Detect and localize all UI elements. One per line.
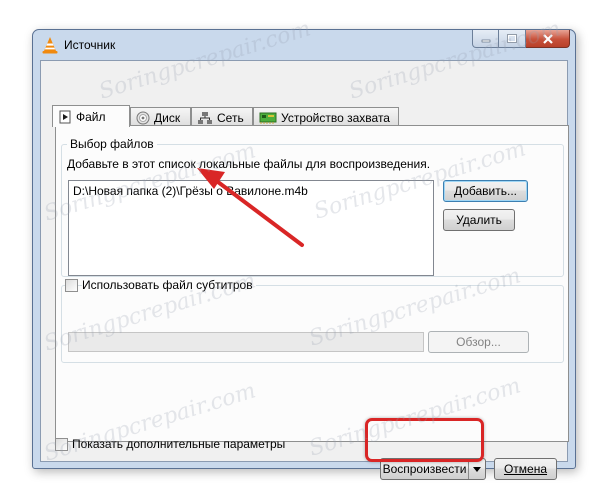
file-icon xyxy=(59,110,71,123)
subtitle-checkbox-label: Использовать файл субтитров xyxy=(82,278,256,292)
show-more-options-label: Показать дополнительные параметры xyxy=(72,437,286,451)
disc-icon xyxy=(136,111,150,124)
tab-disc[interactable]: Диск xyxy=(130,107,191,127)
browse-subtitle-label: Обзор... xyxy=(456,335,501,349)
file-list[interactable]: D:\Новая папка (2)\Грёзы о Вавилоне.m4b xyxy=(68,180,434,276)
maximize-button[interactable] xyxy=(499,30,526,48)
subtitle-group: Использовать файл субтитров Обзор... xyxy=(61,278,564,363)
network-icon xyxy=(198,111,212,124)
close-icon xyxy=(542,33,553,44)
tab-disc-label: Диск xyxy=(154,110,181,125)
minimize-button[interactable] xyxy=(472,30,499,48)
tab-network[interactable]: Сеть xyxy=(191,107,253,127)
maximize-icon xyxy=(507,34,517,43)
play-button-label: Воспроизвести xyxy=(382,462,467,476)
tab-network-label: Сеть xyxy=(217,110,244,125)
file-list-item[interactable]: D:\Новая папка (2)\Грёзы о Вавилоне.m4b xyxy=(73,184,308,198)
cancel-button[interactable]: Отмена xyxy=(494,458,557,480)
open-media-dialog: Источник Файл Диск Сеть Устройство захва… xyxy=(32,29,576,480)
show-more-options-checkbox[interactable] xyxy=(55,438,68,451)
play-button-highlight xyxy=(365,418,484,462)
caption-buttons xyxy=(472,30,570,48)
add-file-label: Добавить... xyxy=(453,184,518,198)
file-selection-title: Выбор файлов xyxy=(67,137,157,151)
chevron-down-icon xyxy=(473,466,481,472)
browse-subtitle-button[interactable]: Обзор... xyxy=(428,331,529,353)
subtitle-checkbox[interactable] xyxy=(65,279,78,292)
dialog-content: Файл Диск Сеть Устройство захвата Выбор … xyxy=(40,60,569,480)
play-dropdown-toggle[interactable] xyxy=(468,459,485,479)
subtitle-path-input[interactable] xyxy=(68,332,424,352)
cancel-button-label: Отмена xyxy=(503,462,548,476)
capture-card-icon xyxy=(259,112,277,124)
add-file-button[interactable]: Добавить... xyxy=(443,180,528,202)
tab-panel-file: Выбор файлов Добавьте в этот список лока… xyxy=(55,125,569,442)
file-selection-group: Выбор файлов Добавьте в этот список лока… xyxy=(61,137,564,277)
remove-file-label: Удалить xyxy=(456,213,502,227)
tab-capture-label: Устройство захвата xyxy=(281,110,390,125)
file-selection-description: Добавьте в этот список локальные файлы д… xyxy=(67,157,431,171)
title-bar[interactable]: Источник xyxy=(33,30,575,60)
window-title: Источник xyxy=(64,38,116,52)
minimize-icon xyxy=(481,39,490,42)
close-button[interactable] xyxy=(526,30,570,48)
tab-file-label: Файл xyxy=(76,109,106,124)
vlc-cone-icon xyxy=(42,37,58,54)
tab-file[interactable]: Файл xyxy=(52,105,130,127)
remove-file-button[interactable]: Удалить xyxy=(443,209,515,231)
tab-capture-device[interactable]: Устройство захвата xyxy=(253,107,399,127)
